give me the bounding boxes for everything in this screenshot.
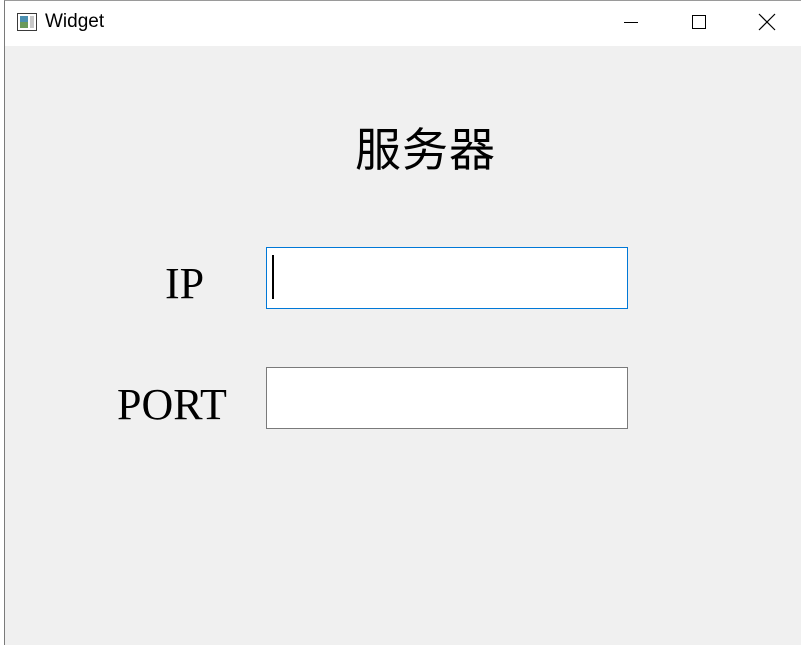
app-icon xyxy=(17,13,37,31)
ip-input[interactable] xyxy=(266,247,628,309)
app-window: Widget 服务器 IP PORT xyxy=(4,0,801,645)
ip-label: IP xyxy=(165,259,205,308)
title-bar[interactable]: Widget xyxy=(5,1,801,46)
maximize-icon xyxy=(691,14,707,34)
maximize-button[interactable] xyxy=(665,1,733,46)
text-caret xyxy=(272,255,274,299)
window-title: Widget xyxy=(45,11,105,32)
port-input[interactable] xyxy=(266,367,628,429)
minimize-icon xyxy=(623,14,639,34)
close-button[interactable] xyxy=(733,1,801,46)
form-panel: 服务器 IP PORT xyxy=(5,46,801,645)
port-label: PORT xyxy=(117,380,227,429)
close-icon xyxy=(758,13,776,35)
page-title: 服务器 xyxy=(355,123,496,177)
minimize-button[interactable] xyxy=(597,1,665,46)
